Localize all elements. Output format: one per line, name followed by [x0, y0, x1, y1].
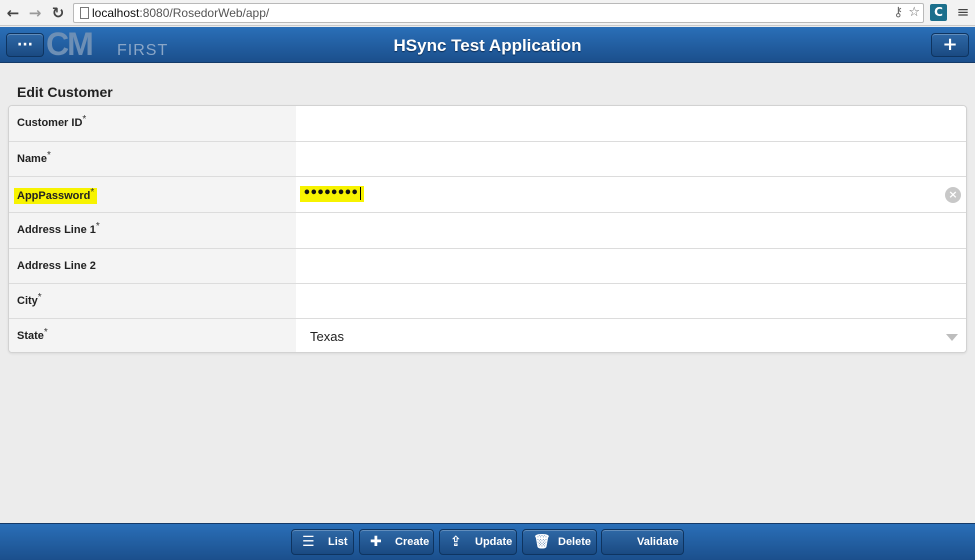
bookmark-star-icon[interactable]: ☆	[908, 5, 920, 20]
name-input[interactable]	[296, 142, 966, 177]
plus-icon: ✚	[370, 534, 382, 550]
address-line-2-input[interactable]	[296, 249, 966, 284]
url-text[interactable]: localhost:8080/RosedorWeb/app/	[92, 6, 269, 20]
list-button[interactable]: ☰ List	[291, 529, 354, 555]
create-button[interactable]: ✚ Create	[359, 529, 434, 555]
browser-toolbar: ← → ↻ localhost:8080/RosedorWeb/app/ ⚷ ☆…	[0, 0, 975, 26]
form-row-address-line-1: Address Line 1*	[9, 212, 966, 248]
address-bar[interactable]: localhost:8080/RosedorWeb/app/ ⚷ ☆	[73, 3, 924, 23]
chevron-down-icon	[946, 334, 958, 341]
state-select[interactable]: Texas	[296, 319, 966, 352]
field-label: Customer ID*	[9, 106, 296, 142]
forward-arrow-icon[interactable]: →	[26, 4, 44, 22]
form-row-address-line-2: Address Line 2	[9, 248, 966, 284]
page-title: HSync Test Application	[393, 36, 582, 55]
delete-button[interactable]: 🗑 Delete	[522, 529, 597, 555]
update-button[interactable]: ⇪ Update	[439, 529, 517, 555]
key-icon[interactable]: ⚷	[893, 5, 903, 20]
customer-id-input[interactable]	[296, 106, 966, 142]
form-row-customer-id: Customer ID*	[9, 106, 966, 142]
form-row-state: State* Texas	[9, 318, 966, 352]
field-label: City*	[9, 284, 296, 319]
plus-icon: +	[942, 34, 958, 55]
back-arrow-icon[interactable]: ←	[4, 4, 22, 22]
field-label: AppPassword*	[9, 177, 296, 212]
add-button[interactable]: +	[931, 33, 969, 57]
page-icon	[80, 7, 89, 19]
browser-menu-icon[interactable]: ≡	[955, 3, 971, 21]
reload-icon[interactable]: ↻	[49, 4, 67, 22]
form-row-name: Name*	[9, 141, 966, 177]
list-icon: ☰	[302, 534, 315, 550]
field-label: State*	[9, 319, 296, 352]
city-input[interactable]	[296, 284, 966, 319]
field-label: Address Line 2	[9, 249, 296, 284]
trash-icon: 🗑	[533, 534, 551, 550]
clear-icon[interactable]: ×	[945, 187, 961, 203]
validate-button[interactable]: Validate	[601, 529, 684, 555]
form-row-app-password: AppPassword* •••••••• ×	[9, 176, 966, 212]
form-row-city: City*	[9, 283, 966, 319]
app-password-input[interactable]: •••••••• ×	[296, 177, 966, 212]
field-label: Address Line 1*	[9, 213, 296, 248]
field-label: Name*	[9, 142, 296, 177]
form-title: Edit Customer	[17, 84, 113, 100]
address-line-1-input[interactable]	[296, 213, 966, 248]
password-value: ••••••••	[300, 186, 364, 202]
state-selected-value: Texas	[310, 329, 344, 344]
bottom-toolbar: ☰ List ✚ Create ⇪ Update 🗑 Delete Valida…	[0, 523, 975, 560]
customer-form: Customer ID* Name* AppPassword* ••••••••…	[8, 105, 967, 353]
extension-icon[interactable]: C	[930, 4, 947, 21]
share-icon: ⇪	[450, 534, 462, 550]
